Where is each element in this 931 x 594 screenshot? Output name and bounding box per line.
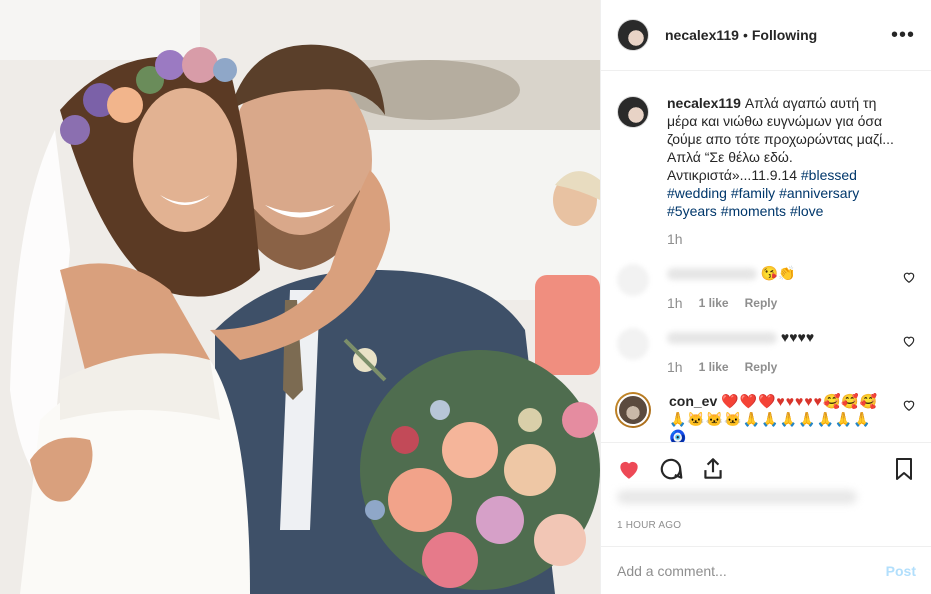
comment-text: 😘👏 (760, 265, 796, 281)
comments-list[interactable]: necalex119 Απλά αγαπώ αυτή τη μέρα και ν… (601, 72, 931, 442)
post-side-panel: necalex119 • Following ••• necalex119 Απ… (600, 0, 931, 594)
post-actions (601, 442, 931, 494)
caption-username[interactable]: necalex119 (667, 95, 741, 111)
reply-button[interactable]: Reply (745, 358, 778, 376)
more-icon[interactable]: ••• (891, 25, 915, 45)
caption-time: 1h (667, 231, 683, 247)
caption-body: necalex119 Απλά αγαπώ αυτή τη μέρα και ν… (667, 94, 907, 248)
post-photo[interactable] (0, 0, 600, 594)
hashtag[interactable]: #moments (721, 203, 786, 219)
separator-dot: • (742, 27, 748, 43)
heart-filled-icon[interactable] (615, 455, 643, 483)
comment-icon[interactable] (657, 455, 685, 483)
list-item: 😘👏 1h 1 like Reply (617, 264, 916, 312)
likes-count-blurred (617, 490, 857, 504)
list-item: con_ev ❤️❤️❤️♥♥♥♥♥🥰🥰🥰 🙏🐱🐱🐱🙏🙏🙏🙏🙏🙏🙏🧿 (615, 392, 916, 442)
hashtag[interactable]: #anniversary (779, 185, 859, 201)
comment-body: ♥♥♥♥ 1h 1 like Reply (667, 328, 887, 376)
bookmark-icon[interactable] (890, 455, 918, 483)
hashtag[interactable]: #wedding (667, 185, 727, 201)
post-header: necalex119 • Following ••• (601, 0, 931, 71)
comment-time: 1h (667, 359, 683, 375)
post-comment-button[interactable]: Post (886, 563, 916, 579)
blurred-username (667, 268, 757, 281)
add-comment-bar: Add a comment... Post (601, 546, 931, 594)
add-comment-input[interactable]: Add a comment... (617, 563, 886, 579)
comment-username[interactable]: con_ev (669, 393, 717, 409)
comment-time: 1h (667, 295, 683, 311)
comment-likes[interactable]: 1 like (699, 294, 729, 312)
like-comment-icon[interactable] (902, 270, 916, 284)
avatar[interactable] (617, 328, 649, 360)
comment-meta: 1h 1 like Reply (667, 294, 887, 312)
following-button[interactable]: Following (752, 27, 817, 43)
hashtag[interactable]: #family (731, 185, 775, 201)
caption-avatar[interactable] (617, 96, 649, 128)
blurred-username (667, 332, 777, 345)
post-timestamp: 1 HOUR AGO (617, 520, 682, 531)
comment-meta: 1h 1 like Reply (667, 358, 887, 376)
comment-text: ♥♥♥♥ (780, 329, 815, 345)
avatar[interactable] (615, 392, 651, 428)
avatar[interactable] (617, 19, 649, 51)
hashtag[interactable]: #blessed (801, 167, 857, 183)
reply-button[interactable]: Reply (745, 294, 778, 312)
hashtag[interactable]: #love (790, 203, 823, 219)
comment-likes[interactable]: 1 like (699, 358, 729, 376)
wedding-couple-photo (0, 0, 600, 594)
hashtag[interactable]: #5years (667, 203, 717, 219)
like-comment-icon[interactable] (902, 334, 916, 348)
list-item: ♥♥♥♥ 1h 1 like Reply (617, 328, 916, 376)
like-comment-icon[interactable] (902, 398, 916, 412)
comment-body: 😘👏 1h 1 like Reply (667, 264, 887, 312)
comment-body: con_ev ❤️❤️❤️♥♥♥♥♥🥰🥰🥰 🙏🐱🐱🐱🙏🙏🙏🙏🙏🙏🙏🧿 (669, 392, 889, 442)
share-icon[interactable] (699, 455, 727, 483)
username-link[interactable]: necalex119 (665, 27, 739, 43)
caption: necalex119 Απλά αγαπώ αυτή τη μέρα και ν… (617, 94, 916, 248)
avatar[interactable] (617, 264, 649, 296)
